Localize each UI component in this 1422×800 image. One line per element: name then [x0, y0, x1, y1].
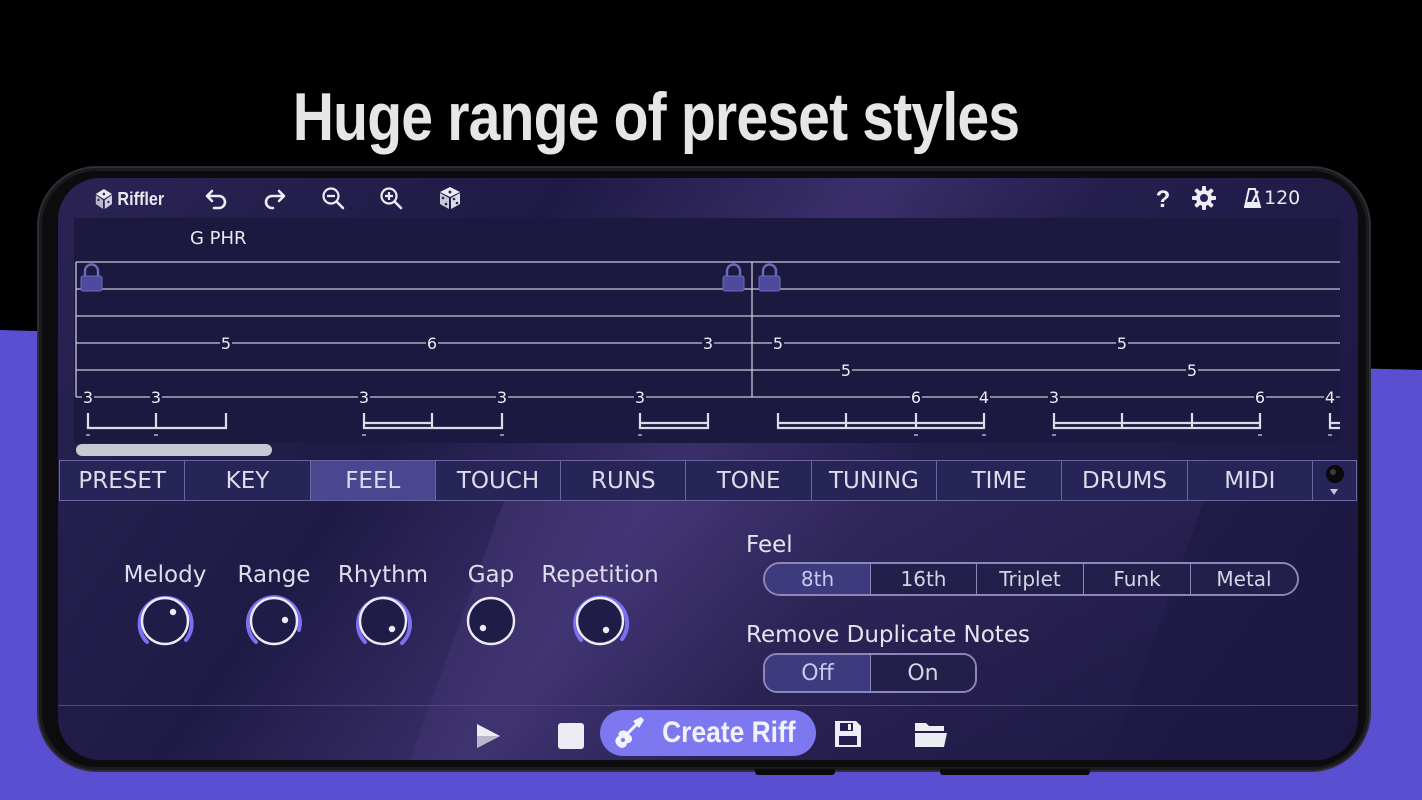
- duplicates-option-on[interactable]: On: [871, 655, 975, 691]
- svg-text:3: 3: [635, 388, 645, 407]
- knob-label: Gap: [467, 562, 515, 588]
- svg-text:3: 3: [83, 388, 93, 407]
- app-logo: Riffler: [94, 188, 164, 210]
- feel-option-metal[interactable]: Metal: [1191, 564, 1297, 594]
- save-button[interactable]: [828, 716, 868, 752]
- feel-label: Feel: [746, 532, 793, 558]
- duplicates-option-off[interactable]: Off: [765, 655, 871, 691]
- tab-time[interactable]: TIME: [937, 461, 1063, 500]
- app-screen: Riffler ? 120 G PHR 5 6 3 5 5 5 5 3 3 3 …: [58, 178, 1358, 760]
- tab-key[interactable]: KEY: [185, 461, 311, 500]
- knob-dial: [466, 596, 516, 646]
- knob-label: Rhythm: [337, 562, 429, 588]
- folder-icon: [915, 723, 947, 747]
- lock-icon: [758, 263, 781, 292]
- svg-text:4: 4: [1325, 388, 1335, 407]
- svg-text:3: 3: [359, 388, 369, 407]
- svg-text:6: 6: [911, 388, 921, 407]
- range-knob[interactable]: Range: [214, 562, 334, 652]
- svg-text:5: 5: [1187, 361, 1197, 380]
- svg-text:3: 3: [1049, 388, 1059, 407]
- knob-label: Range: [237, 562, 311, 588]
- svg-text:5: 5: [221, 334, 231, 353]
- lock-icon: [722, 263, 745, 292]
- knob-dial: [356, 596, 412, 646]
- settings-tab-bar: PRESET KEY FEEL TOUCH RUNS TONE TUNING T…: [59, 460, 1357, 501]
- tempo-display[interactable]: 120: [1244, 184, 1300, 212]
- knob-label: Melody: [123, 562, 207, 588]
- play-icon: [477, 724, 500, 748]
- svg-text:3: 3: [497, 388, 507, 407]
- zoom-in-icon[interactable]: [376, 184, 406, 212]
- svg-text:5: 5: [841, 361, 851, 380]
- tab-preset[interactable]: PRESET: [60, 461, 186, 500]
- tab-runs[interactable]: RUNS: [561, 461, 687, 500]
- app-name: Riffler: [117, 188, 165, 209]
- feel-selector: 8th 16th Triplet Funk Metal: [763, 562, 1299, 596]
- help-icon[interactable]: ?: [1148, 184, 1178, 212]
- bottom-divider: [58, 705, 1358, 706]
- knob-dial: [573, 595, 630, 646]
- svg-text:5: 5: [773, 334, 783, 353]
- remove-duplicates-toggle: Off On: [763, 653, 977, 693]
- headline: Huge range of preset styles: [292, 79, 1020, 155]
- feel-option-funk[interactable]: Funk: [1084, 564, 1191, 594]
- redo-icon[interactable]: [259, 184, 289, 212]
- stop-icon: [558, 723, 584, 749]
- feel-option-8th[interactable]: 8th: [765, 564, 871, 594]
- svg-text:6: 6: [1255, 388, 1265, 407]
- play-button[interactable]: [468, 718, 508, 754]
- lock-icon: [80, 263, 103, 292]
- guitar-icon: [615, 717, 645, 748]
- svg-text:3: 3: [703, 334, 713, 353]
- horizontal-scrollbar[interactable]: [76, 444, 272, 456]
- svg-text:3: 3: [151, 388, 161, 407]
- svg-text:?: ?: [1156, 186, 1171, 211]
- repetition-knob[interactable]: Repetition: [540, 562, 660, 652]
- knob-dial: [245, 595, 302, 646]
- feel-option-triplet[interactable]: Triplet: [977, 564, 1084, 594]
- tab-overflow-icon: [1326, 464, 1345, 495]
- cube-logo-icon: [95, 189, 112, 209]
- dice-icon[interactable]: [435, 184, 465, 212]
- undo-icon[interactable]: [202, 184, 232, 212]
- stop-button[interactable]: [551, 718, 591, 754]
- metronome-icon: [1244, 188, 1262, 208]
- svg-text:6: 6: [427, 334, 437, 353]
- save-icon: [835, 721, 861, 747]
- rhythm-knob[interactable]: Rhythm: [323, 562, 443, 652]
- feel-option-16th[interactable]: 16th: [871, 564, 977, 594]
- open-folder-button[interactable]: [910, 716, 952, 752]
- bpm-value: 120: [1264, 187, 1301, 209]
- tab-tuning[interactable]: TUNING: [812, 461, 938, 500]
- phone-side-button: [940, 769, 1090, 775]
- gear-icon[interactable]: [1189, 184, 1219, 212]
- create-riff-label: Create Riff: [662, 716, 796, 749]
- knob-label: Repetition: [541, 562, 659, 588]
- phone-side-button: [755, 769, 835, 775]
- tab-feel[interactable]: FEEL: [310, 461, 436, 500]
- tab-midi[interactable]: MIDI: [1188, 461, 1313, 500]
- knob-dial: [137, 595, 194, 646]
- zoom-out-icon[interactable]: [318, 184, 348, 212]
- tab-scroll-more[interactable]: [1313, 461, 1356, 500]
- create-riff-button[interactable]: Create Riff: [600, 710, 816, 756]
- remove-duplicates-label: Remove Duplicate Notes: [746, 622, 1030, 648]
- tab-notation-view[interactable]: G PHR 5 6 3 5 5 5 5 3 3 3 3 3 6 4 3 6 4: [74, 218, 1340, 443]
- gap-knob[interactable]: Gap: [431, 562, 551, 652]
- tab-staff: 5 6 3 5 5 5 5 3 3 3 3 3 6 4 3 6 4: [75, 261, 1340, 436]
- svg-text:4: 4: [979, 388, 989, 407]
- melody-knob[interactable]: Melody: [105, 562, 225, 652]
- tab-tone[interactable]: TONE: [686, 461, 812, 500]
- tab-touch[interactable]: TOUCH: [436, 461, 562, 500]
- svg-text:5: 5: [1117, 334, 1127, 353]
- tab-drums[interactable]: DRUMS: [1062, 461, 1188, 500]
- toolbar: Riffler ? 120: [58, 178, 1358, 218]
